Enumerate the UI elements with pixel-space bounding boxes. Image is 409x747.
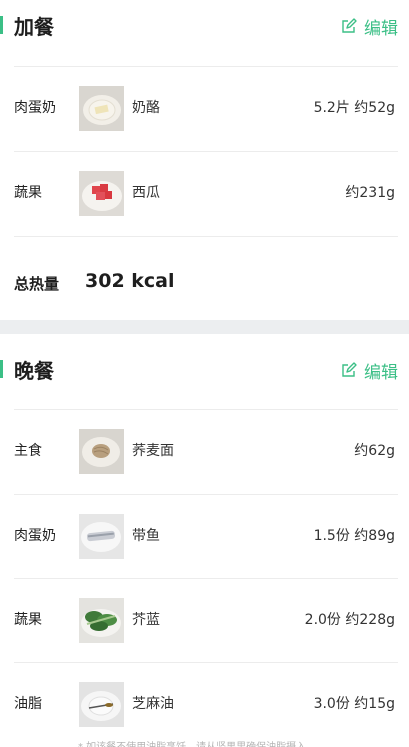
food-name: 带鱼 [132,528,160,544]
food-row[interactable]: 蔬果 芥蓝 2.0份 约228g [0,579,409,663]
dinner-section: 晚餐 编辑 主食 荞麦面 约62g 肉蛋奶 带鱼 1.5份 约89g 蔬果 芥蓝… [0,334,409,747]
total-calories-label: 总热量 [14,275,60,293]
dinner-header: 晚餐 编辑 [0,344,409,396]
food-amount: 约231g [345,185,395,201]
food-row[interactable]: 主食 荞麦面 约62g [0,410,409,494]
food-category: 主食 [14,443,42,459]
snack-section: 加餐 编辑 肉蛋奶 奶酪 5.2片 约52g 蔬果 西瓜 约231g 总热量 3… [0,0,409,320]
hairtail-fish-image [79,514,124,559]
food-category: 油脂 [14,696,42,712]
food-amount: 1.5份 约89g [313,528,395,544]
sesame-oil-image [79,682,124,727]
section-gap [0,320,409,334]
section-accent-bar [0,16,3,34]
watermelon-image [79,171,124,216]
snack-edit-button[interactable]: 编辑 [341,13,398,39]
food-name: 奶酪 [132,100,160,116]
snack-header: 加餐 编辑 [0,0,409,52]
food-row[interactable]: 肉蛋奶 奶酪 5.2片 约52g [0,67,409,151]
chinese-kale-image [79,598,124,643]
dinner-title: 晚餐 [14,359,54,383]
snack-edit-label: 编辑 [364,18,398,39]
food-name: 西瓜 [132,185,160,201]
food-name: 芥蓝 [132,612,160,628]
food-amount: 5.2片 约52g [313,100,395,116]
food-row[interactable]: 油脂 芝麻油 3.0份 约15g [0,663,409,747]
food-category: 肉蛋奶 [14,528,56,544]
edit-icon [342,18,357,33]
edit-icon [342,362,357,377]
section-accent-bar [0,360,3,378]
food-row[interactable]: 肉蛋奶 带鱼 1.5份 约89g [0,495,409,579]
dinner-edit-label: 编辑 [364,362,398,383]
food-category: 肉蛋奶 [14,100,56,116]
food-amount: 2.0份 约228g [304,612,395,628]
dinner-edit-button[interactable]: 编辑 [341,357,398,383]
food-category: 蔬果 [14,185,42,201]
total-calories-value: 302 kcal [85,270,175,292]
food-row[interactable]: 蔬果 西瓜 约231g [0,152,409,236]
food-name: 芝麻油 [132,696,174,712]
food-name: 荞麦面 [132,443,174,459]
food-category: 蔬果 [14,612,42,628]
footer-note: * 如该餐不使用油脂烹饪，请从坚果里确保油脂摄入 [78,738,306,747]
food-amount: 3.0份 约15g [313,696,395,712]
food-amount: 约62g [354,443,395,459]
snack-total: 总热量 302 kcal [0,237,409,321]
cheese-image [79,86,124,131]
buckwheat-noodles-image [79,429,124,474]
snack-title: 加餐 [14,15,54,39]
